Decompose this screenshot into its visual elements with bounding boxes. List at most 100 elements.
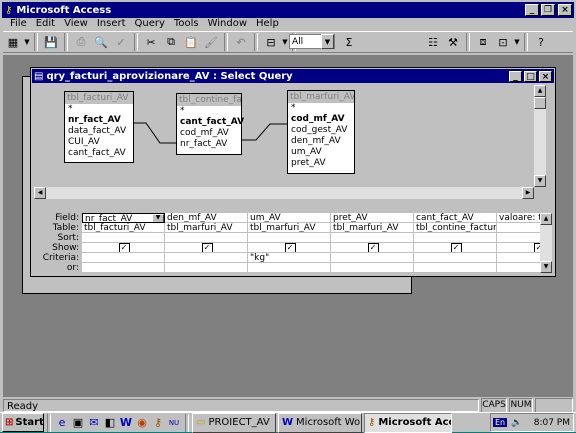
grid-cell-field[interactable]: nr_fact_AV ▼: [82, 213, 165, 223]
grid-cell-criteria[interactable]: [82, 253, 165, 263]
query-maximize-button[interactable]: □: [524, 70, 537, 82]
undo-icon[interactable]: ↶: [231, 33, 251, 52]
grid-cell-or[interactable]: [331, 263, 414, 273]
quicklaunch-ie-icon[interactable]: e: [54, 413, 70, 432]
start-button[interactable]: ⊞ Start: [2, 413, 44, 432]
table-pane-hscroll[interactable]: ◀ ▶: [34, 187, 534, 199]
grid-vscroll[interactable]: ▲ ▼: [540, 213, 552, 273]
scroll-up-icon[interactable]: ▲: [540, 213, 552, 225]
grid-label-sort: Sort:: [57, 233, 79, 243]
print-icon[interactable]: ⎙: [71, 33, 91, 52]
view-icon[interactable]: ▦: [3, 33, 23, 52]
grid-cell-table[interactable]: tbl_marfuri_AV: [248, 223, 331, 233]
menu-edit[interactable]: Edit: [36, 16, 55, 31]
show-checkbox[interactable]: ✓: [118, 243, 130, 252]
grid-cell-or[interactable]: [82, 263, 165, 273]
paste-icon[interactable]: 📋: [181, 33, 201, 52]
language-indicator[interactable]: En: [493, 418, 508, 427]
grid-cell-criteria[interactable]: [414, 253, 497, 263]
grid-cell-criteria[interactable]: [331, 253, 414, 263]
query-minimize-button[interactable]: _: [509, 70, 522, 82]
grid-cell-table[interactable]: tbl_facturi_AV: [82, 223, 165, 233]
grid-cell-or[interactable]: [248, 263, 331, 273]
taskbar-task-word[interactable]: W Microsoft Word ...: [278, 412, 362, 433]
quicklaunch-word-icon[interactable]: W: [118, 413, 134, 432]
query-type-icon[interactable]: ⊟: [261, 33, 281, 52]
scroll-up-icon[interactable]: ▲: [534, 85, 546, 97]
quicklaunch-desktop-icon[interactable]: ▣: [70, 413, 86, 432]
grid-cell-show[interactable]: ✓: [331, 243, 414, 253]
quicklaunch-netmeeting-icon[interactable]: NU: [166, 413, 182, 432]
grid-cell-field[interactable]: pret_AV: [331, 213, 414, 223]
grid-cell-table[interactable]: tbl_marfuri_AV: [331, 223, 414, 233]
grid-cell-show[interactable]: ✓: [248, 243, 331, 253]
menu-view[interactable]: View: [64, 16, 88, 31]
show-checkbox[interactable]: ✓: [367, 243, 379, 252]
scroll-right-icon[interactable]: ▶: [522, 187, 534, 199]
restore-button[interactable]: ❐: [541, 4, 555, 16]
format-painter-icon[interactable]: 🖌: [201, 33, 221, 52]
quicklaunch-powerpoint-icon[interactable]: ◉: [134, 413, 150, 432]
menu-file[interactable]: File: [10, 16, 27, 31]
quicklaunch-outlook-icon[interactable]: ✉: [86, 413, 102, 432]
new-object-icon[interactable]: ⊡: [493, 33, 513, 52]
dropdown-arrow-icon[interactable]: ▼: [23, 33, 31, 52]
table-pane-vscroll[interactable]: ▲ ▼: [534, 85, 546, 187]
grid-cell-sort[interactable]: [248, 233, 331, 243]
menu-help[interactable]: Help: [256, 16, 279, 31]
grid-cell-show[interactable]: ✓: [414, 243, 497, 253]
grid-cell-table[interactable]: tbl_contine_factura_: [414, 223, 497, 233]
scroll-down-icon[interactable]: ▼: [534, 175, 546, 187]
grid-cell-sort[interactable]: [165, 233, 248, 243]
scroll-left-icon[interactable]: ◀: [34, 187, 46, 199]
menu-query[interactable]: Query: [135, 16, 165, 31]
grid-cell-table[interactable]: tbl_marfuri_AV: [165, 223, 248, 233]
close-button[interactable]: ×: [558, 4, 572, 16]
menu-insert[interactable]: Insert: [97, 16, 126, 31]
taskbar: ⊞ Start e ▣ ✉ ◧ W ◉ ⚷ NU ▭ PROIECT_AV W …: [0, 412, 576, 433]
quicklaunch-channels-icon[interactable]: ◧: [102, 413, 118, 432]
grid-cell-sort[interactable]: [414, 233, 497, 243]
show-checkbox[interactable]: ✓: [201, 243, 213, 252]
menu-tools[interactable]: Tools: [174, 16, 199, 31]
grid-cell-field[interactable]: cant_fact_AV: [414, 213, 497, 223]
query-close-button[interactable]: ×: [539, 70, 552, 82]
grid-cell-field[interactable]: den_mf_AV: [165, 213, 248, 223]
build-icon[interactable]: ⚒: [443, 33, 463, 52]
copy-icon[interactable]: ⧉: [161, 33, 181, 52]
properties-icon[interactable]: ☷: [423, 33, 443, 52]
grid-cell-sort[interactable]: [82, 233, 165, 243]
cut-icon[interactable]: ✂: [141, 33, 161, 52]
dropdown-arrow-icon[interactable]: ▼: [281, 33, 289, 52]
spelling-icon[interactable]: ✓: [111, 33, 131, 52]
grid-cell-field[interactable]: um_AV: [248, 213, 331, 223]
taskbar-task-proiect[interactable]: ▭ PROIECT_AV: [192, 412, 276, 433]
save-icon[interactable]: 💾: [41, 33, 61, 52]
grid-cell-criteria[interactable]: "kg": [248, 253, 331, 263]
show-checkbox[interactable]: ✓: [450, 243, 462, 252]
print-preview-icon[interactable]: 🔍: [91, 33, 111, 52]
grid-column: pret_AV tbl_marfuri_AV ✓: [331, 213, 414, 273]
scroll-thumb[interactable]: [534, 97, 546, 109]
top-values-combo[interactable]: All ▼: [289, 34, 335, 49]
database-window-icon[interactable]: ⧈: [473, 33, 493, 52]
help-icon[interactable]: ?: [531, 33, 551, 52]
combo-arrow-icon[interactable]: ▼: [321, 34, 334, 49]
volume-icon[interactable]: 🔈: [511, 418, 522, 428]
grid-cell-criteria[interactable]: [165, 253, 248, 263]
grid-cell-or[interactable]: [165, 263, 248, 273]
query-titlebar[interactable]: ▤ qry_facturi_aprovizionare_AV : Select …: [32, 69, 554, 83]
grid-cell-show[interactable]: ✓: [82, 243, 165, 253]
field-dropdown-icon[interactable]: ▼: [152, 214, 164, 222]
dropdown-arrow-icon[interactable]: ▼: [513, 33, 521, 52]
quicklaunch-access-icon[interactable]: ⚷: [150, 413, 166, 432]
totals-icon[interactable]: Σ: [339, 33, 359, 52]
minimize-button[interactable]: _: [525, 4, 539, 16]
taskbar-task-access[interactable]: ⚷ Microsoft Acc...: [364, 412, 452, 433]
grid-cell-or[interactable]: [414, 263, 497, 273]
show-checkbox[interactable]: ✓: [284, 243, 296, 252]
grid-cell-show[interactable]: ✓: [165, 243, 248, 253]
scroll-down-icon[interactable]: ▼: [540, 261, 552, 273]
grid-cell-sort[interactable]: [331, 233, 414, 243]
menu-window[interactable]: Window: [208, 16, 247, 31]
